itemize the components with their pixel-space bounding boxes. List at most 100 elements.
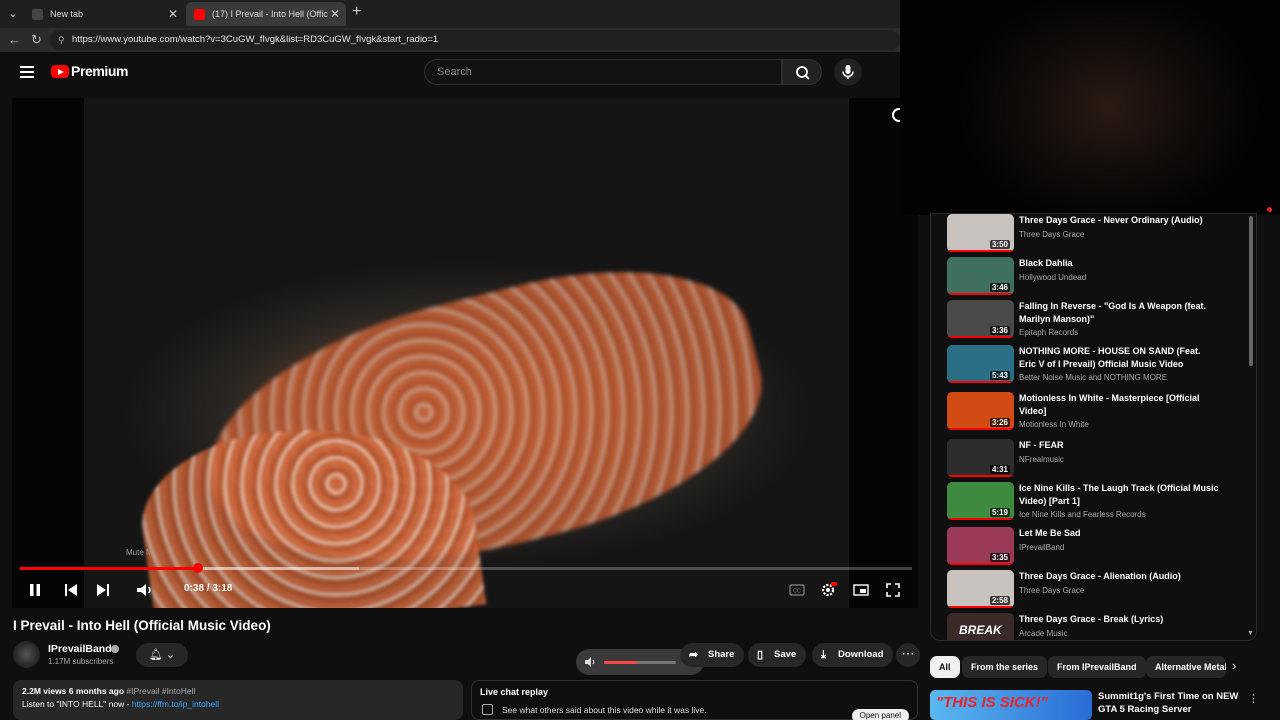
brand-label[interactable]: Premium [71, 63, 129, 79]
chip-from-the-series[interactable]: From the series [962, 656, 1048, 678]
playlist-item-title[interactable]: Three Days Grace - Alienation (Audio) [1019, 570, 1219, 583]
search-input[interactable] [425, 60, 781, 84]
video-thumbnail[interactable]: 5:43 [947, 345, 1014, 383]
voice-search-button[interactable] [834, 58, 862, 86]
settings-button[interactable] [818, 580, 838, 600]
playlist-item[interactable]: 3:26 Motionless In White - Masterpiece [O… [947, 392, 1247, 432]
watched-bar [947, 381, 1014, 383]
chat-description: See what others said about this video wh… [502, 705, 707, 715]
playlist-item-channel[interactable]: Hollywood Undead [1019, 273, 1086, 282]
played-bar [20, 567, 199, 570]
playlist-item-channel[interactable]: Better Noise Music and NOTHING MORE [1019, 373, 1167, 382]
address-bar[interactable]: ⚲ https://www.youtube.com/watch?v=3CuGW_… [50, 30, 900, 50]
search-box [424, 59, 782, 85]
reload-icon[interactable]: ↻ [31, 32, 42, 48]
previous-button[interactable] [62, 580, 80, 600]
video-player[interactable]: Mute M 0:38 / 3:18 CC [12, 98, 918, 608]
playlist-item-channel[interactable]: Motionless In White [1019, 420, 1089, 429]
tab-youtube[interactable]: (17) I Prevail - Into Hell (Offic ✕ [186, 2, 346, 26]
save-label: Save [774, 649, 797, 660]
more-vertical-icon[interactable]: ⋮ [1248, 692, 1259, 705]
close-icon[interactable]: ✕ [168, 2, 178, 26]
video-thumbnail[interactable]: 3:50 [947, 214, 1014, 252]
chip-from-iprevailband[interactable]: From IPrevailBand [1048, 656, 1146, 678]
playlist-item-channel[interactable]: Arcade Music [1019, 629, 1067, 638]
download-button[interactable]: ⤓ Download [812, 643, 894, 667]
chevron-right-icon[interactable]: › [1232, 658, 1236, 673]
subtitles-button[interactable]: CC [788, 580, 806, 600]
playlist-item[interactable]: 2:58 Three Days Grace - Alienation (Audio… [947, 570, 1247, 610]
playlist-item-title[interactable]: NF - FEAR [1019, 439, 1219, 452]
progress-bar[interactable] [20, 563, 912, 573]
playlist-item[interactable]: BREAK Three Days Grace - Break (Lyrics) Ar… [947, 613, 1247, 640]
save-button[interactable]: ▯ Save [748, 643, 807, 667]
next-button[interactable] [94, 580, 112, 600]
chip-alternative-metal[interactable]: Alternative Metal [1146, 656, 1226, 678]
search-button[interactable] [782, 59, 822, 85]
playlist-item-channel[interactable]: IPrevailBand [1019, 543, 1064, 552]
video-thumbnail[interactable]: 3:35 [947, 527, 1014, 565]
playlist-item-title[interactable]: Black Dahlia [1019, 257, 1219, 270]
video-duration: 3:36 [989, 326, 1010, 335]
video-thumbnail[interactable]: "THIS IS SICK!" [930, 690, 1092, 720]
playlist-item-title[interactable]: Ice Nine Kills - The Laugh Track (Offici… [1019, 482, 1219, 507]
open-panel-button[interactable]: Open panel [851, 709, 909, 720]
pause-button[interactable] [26, 580, 44, 600]
video-thumbnail[interactable]: 4:31 [947, 439, 1014, 477]
more-actions-button[interactable]: ⋯ [896, 643, 920, 667]
notifications-button[interactable]: 🔔︎ ⌄ [136, 643, 188, 667]
playlist-item-title[interactable]: Let Me Be Sad [1019, 527, 1219, 540]
recommended-title[interactable]: Summit1g's First Time on NEW GTA 5 Racin… [1098, 691, 1248, 716]
hashtags[interactable]: #IPrevail #IntoHell [126, 686, 195, 696]
channel-name[interactable]: IPrevailBand [48, 643, 112, 655]
playlist-item-channel[interactable]: NFrealmusic [1019, 455, 1064, 464]
video-thumbnail[interactable]: 5:19 [947, 482, 1014, 520]
playlist-item-channel[interactable]: Three Days Grace [1019, 230, 1084, 239]
playlist-item-title[interactable]: Three Days Grace - Break (Lyrics) [1019, 613, 1219, 626]
next-icon [97, 584, 109, 596]
video-frame[interactable] [84, 98, 849, 608]
video-thumbnail[interactable]: BREAK [947, 613, 1014, 640]
playlist-item-channel[interactable]: Ice Nine Kills and Fearless Records [1019, 510, 1146, 519]
video-thumbnail[interactable]: 3:46 [947, 257, 1014, 295]
watched-bar [947, 563, 1014, 565]
close-icon[interactable]: ✕ [330, 2, 340, 26]
tab-new-tab[interactable]: New tab ✕ [24, 2, 184, 26]
arrow-left-icon[interactable]: ← [8, 32, 21, 47]
video-thumbnail[interactable]: 3:36 [947, 300, 1014, 338]
description-box[interactable]: 2.2M views 6 months ago #IPrevail #IntoH… [13, 680, 463, 720]
playlist-scrollbar[interactable] [1249, 216, 1253, 366]
new-tab-plus-icon[interactable]: + [352, 3, 361, 21]
gear-icon [821, 582, 837, 597]
playlist-item[interactable]: 4:31 NF - FEAR NFrealmusic [947, 439, 1247, 479]
video-duration: 3:26 [989, 418, 1010, 427]
playlist-item[interactable]: 3:36 Falling In Reverse - "God Is A Weapo… [947, 300, 1247, 340]
description-link[interactable]: https://ffm.to/ip_intohell [132, 699, 219, 709]
mute-button[interactable] [134, 580, 156, 600]
fullscreen-button[interactable] [884, 580, 902, 600]
recommended-video[interactable]: "THIS IS SICK!" Summit1g's First Time on… [930, 690, 1260, 720]
avatar[interactable] [13, 641, 40, 668]
chevron-down-icon[interactable]: ⌄ [4, 5, 22, 23]
playlist-item[interactable]: 5:43 NOTHING MORE - HOUSE ON SAND (Feat. … [947, 345, 1247, 385]
playlist-item-title[interactable]: NOTHING MORE - HOUSE ON SAND (Feat. Eric… [1019, 345, 1219, 370]
playlist-item-channel[interactable]: Epitaph Records [1019, 328, 1078, 337]
playlist-item[interactable]: 3:35 Let Me Be Sad IPrevailBand [947, 527, 1247, 567]
menu-icon[interactable] [20, 66, 34, 78]
video-thumbnail[interactable]: 3:26 [947, 392, 1014, 430]
share-button[interactable]: ➦ Share [680, 643, 745, 667]
miniplayer-button[interactable] [852, 580, 870, 600]
scroll-down-arrow-icon[interactable]: ▼ [1247, 630, 1254, 637]
chip-all[interactable]: All [930, 656, 960, 678]
video-thumbnail[interactable]: 2:58 [947, 570, 1014, 608]
playlist-item[interactable]: 5:19 Ice Nine Kills - The Laugh Track (Of… [947, 482, 1247, 522]
volume-slider[interactable] [604, 661, 676, 664]
playlist-item[interactable]: 3:46 Black Dahlia Hollywood Undead [947, 257, 1247, 297]
playlist-item-title[interactable]: Three Days Grace - Never Ordinary (Audio… [1019, 214, 1219, 227]
playlist-item[interactable]: 3:50 Three Days Grace - Never Ordinary (A… [947, 214, 1247, 254]
playlist-item-title[interactable]: Motionless In White - Masterpiece [Offic… [1019, 392, 1219, 417]
youtube-logo-icon[interactable] [51, 65, 69, 78]
playlist-item-title[interactable]: Falling In Reverse - "God Is A Weapon (f… [1019, 300, 1219, 325]
playlist-item-channel[interactable]: Three Days Grace [1019, 586, 1084, 595]
site-info-icon[interactable]: ⚲ [58, 30, 65, 50]
